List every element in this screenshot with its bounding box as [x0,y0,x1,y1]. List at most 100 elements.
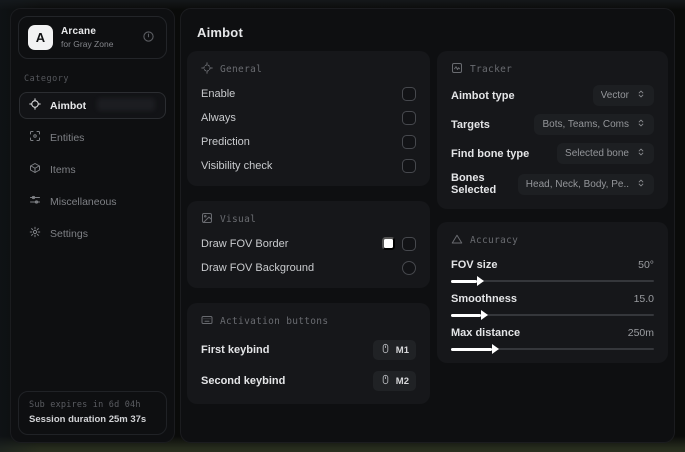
triangle-icon [451,233,463,248]
sidebar-item-entities[interactable]: Entities [19,124,166,151]
right-column: Tracker Aimbot type Vector Targets Bots,… [437,51,668,363]
sidebar-item-label: Items [50,163,76,176]
keyboard-icon [201,314,213,329]
sidebar-item-aimbot[interactable]: Aimbot [19,92,166,119]
setting-label: Enable [201,87,236,100]
setting-row: Second keybind M2 [201,371,416,391]
activity-icon [451,62,463,77]
setting-label: Second keybind [201,375,286,387]
slider-fill [451,276,485,286]
setting-row: Bones Selected Head, Neck, Body, Pe.. [451,172,654,196]
slider-labels: FOV size 50° [451,257,654,272]
power-icon [142,30,155,46]
aimbot-type-dropdown[interactable]: Vector [592,85,654,106]
setting-label: Prediction [201,135,250,148]
slider-label: FOV size [451,258,498,271]
fov-size-group: FOV size 50° [451,257,654,286]
setting-row: Find bone type Selected bone [451,143,654,164]
second-keybind-button[interactable]: M2 [372,371,416,391]
sidebar-item-label: Aimbot [50,99,87,112]
setting-row: Targets Bots, Teams, Coms [451,114,654,135]
gear-icon [29,226,41,241]
setting-row: Prediction [201,134,416,149]
visual-card-header: Visual [201,212,416,227]
app-subtitle: for Gray Zone [61,39,114,49]
unfold-icon [636,178,646,191]
dropdown-value: Head, Neck, Body, Pe.. [525,178,629,190]
subscription-footer: Sub expires in 6d 04h Session duration 2… [18,391,167,435]
bones-selected-dropdown[interactable]: Head, Neck, Body, Pe.. [517,173,654,195]
setting-label: Bones Selected [451,172,497,196]
find-bone-type-dropdown[interactable]: Selected bone [557,143,654,164]
dropdown-value: Vector [600,90,629,101]
cube-icon [29,162,41,177]
first-keybind-button[interactable]: M1 [372,340,416,360]
mouse-icon [380,374,391,388]
keybind-value: M2 [395,375,409,387]
setting-label: Find bone type [451,147,530,160]
slider-value: 250m [627,326,654,339]
tracker-card: Tracker Aimbot type Vector Targets Bots,… [437,51,668,209]
mouse-icon [380,343,391,357]
max-distance-group: Max distance 250m [451,325,654,354]
sidebar-item-label: Entities [50,131,85,144]
border-controls [382,236,416,251]
slider-labels: Max distance 250m [451,325,654,340]
setting-row: Visibility check [201,158,416,173]
watermark [97,98,155,111]
setting-row: Enable [201,86,416,101]
slider-label: Smoothness [451,292,518,305]
app-header: A Arcane for Gray Zone [18,16,167,59]
setting-row: Draw FOV Border [201,236,416,251]
slider-label: Max distance [451,326,521,339]
draw-fov-background-checkbox[interactable] [402,260,416,275]
setting-row: Draw FOV Background [201,260,416,275]
unfold-icon [636,147,646,160]
enable-checkbox[interactable] [402,86,416,101]
keybind-value: M1 [395,344,409,356]
setting-label: Always [201,111,236,124]
visibility-check-checkbox[interactable] [402,158,416,173]
sidebar-item-items[interactable]: Items [19,156,166,183]
app-name: Arcane [61,26,97,37]
crosshair-icon [29,98,41,113]
unfold-icon [636,118,646,131]
scan-icon [29,130,41,145]
accuracy-card-title: Accuracy [470,235,519,246]
power-button[interactable] [140,28,157,48]
max-distance-slider[interactable] [451,344,654,354]
prediction-checkbox[interactable] [402,134,416,149]
sidebar-item-label: Settings [50,227,88,240]
slider-value: 50° [638,258,654,271]
slider-labels: Smoothness 15.0 [451,291,654,306]
fov-size-slider[interactable] [451,276,654,286]
smoothness-slider[interactable] [451,310,654,320]
visual-card-title: Visual [220,214,257,225]
setting-label: First keybind [201,344,270,356]
tracker-card-header: Tracker [451,62,654,77]
activation-card: Activation buttons First keybind M1 Seco… [187,303,430,404]
sidebar-nav: Aimbot Entities Items Miscellaneous Sett… [11,92,174,247]
session-duration-text: Session duration 25m 37s [29,414,147,425]
targets-dropdown[interactable]: Bots, Teams, Coms [534,114,654,135]
setting-label: Targets [451,118,490,131]
always-checkbox[interactable] [402,110,416,125]
left-column: General Enable Always Prediction Visibil… [187,51,430,404]
accuracy-card-header: Accuracy [451,233,654,248]
setting-label: Aimbot type [451,89,515,102]
category-label: Category [24,74,69,84]
general-card-header: General [201,62,416,77]
fov-border-color-swatch[interactable] [382,237,395,250]
slider-value: 15.0 [633,292,654,305]
smoothness-group: Smoothness 15.0 [451,291,654,320]
main-panel: Aimbot General Enable Always Prediction … [180,8,675,443]
draw-fov-border-checkbox[interactable] [402,236,416,251]
setting-label: Visibility check [201,159,273,172]
sidebar-item-miscellaneous[interactable]: Miscellaneous [19,188,166,215]
general-card: General Enable Always Prediction Visibil… [187,51,430,186]
activation-card-title: Activation buttons [220,316,329,327]
sidebar-item-settings[interactable]: Settings [19,220,166,247]
dropdown-value: Bots, Teams, Coms [542,119,629,130]
visual-card: Visual Draw FOV Border Draw FOV Backgrou… [187,201,430,288]
setting-label: Draw FOV Background [201,261,315,274]
